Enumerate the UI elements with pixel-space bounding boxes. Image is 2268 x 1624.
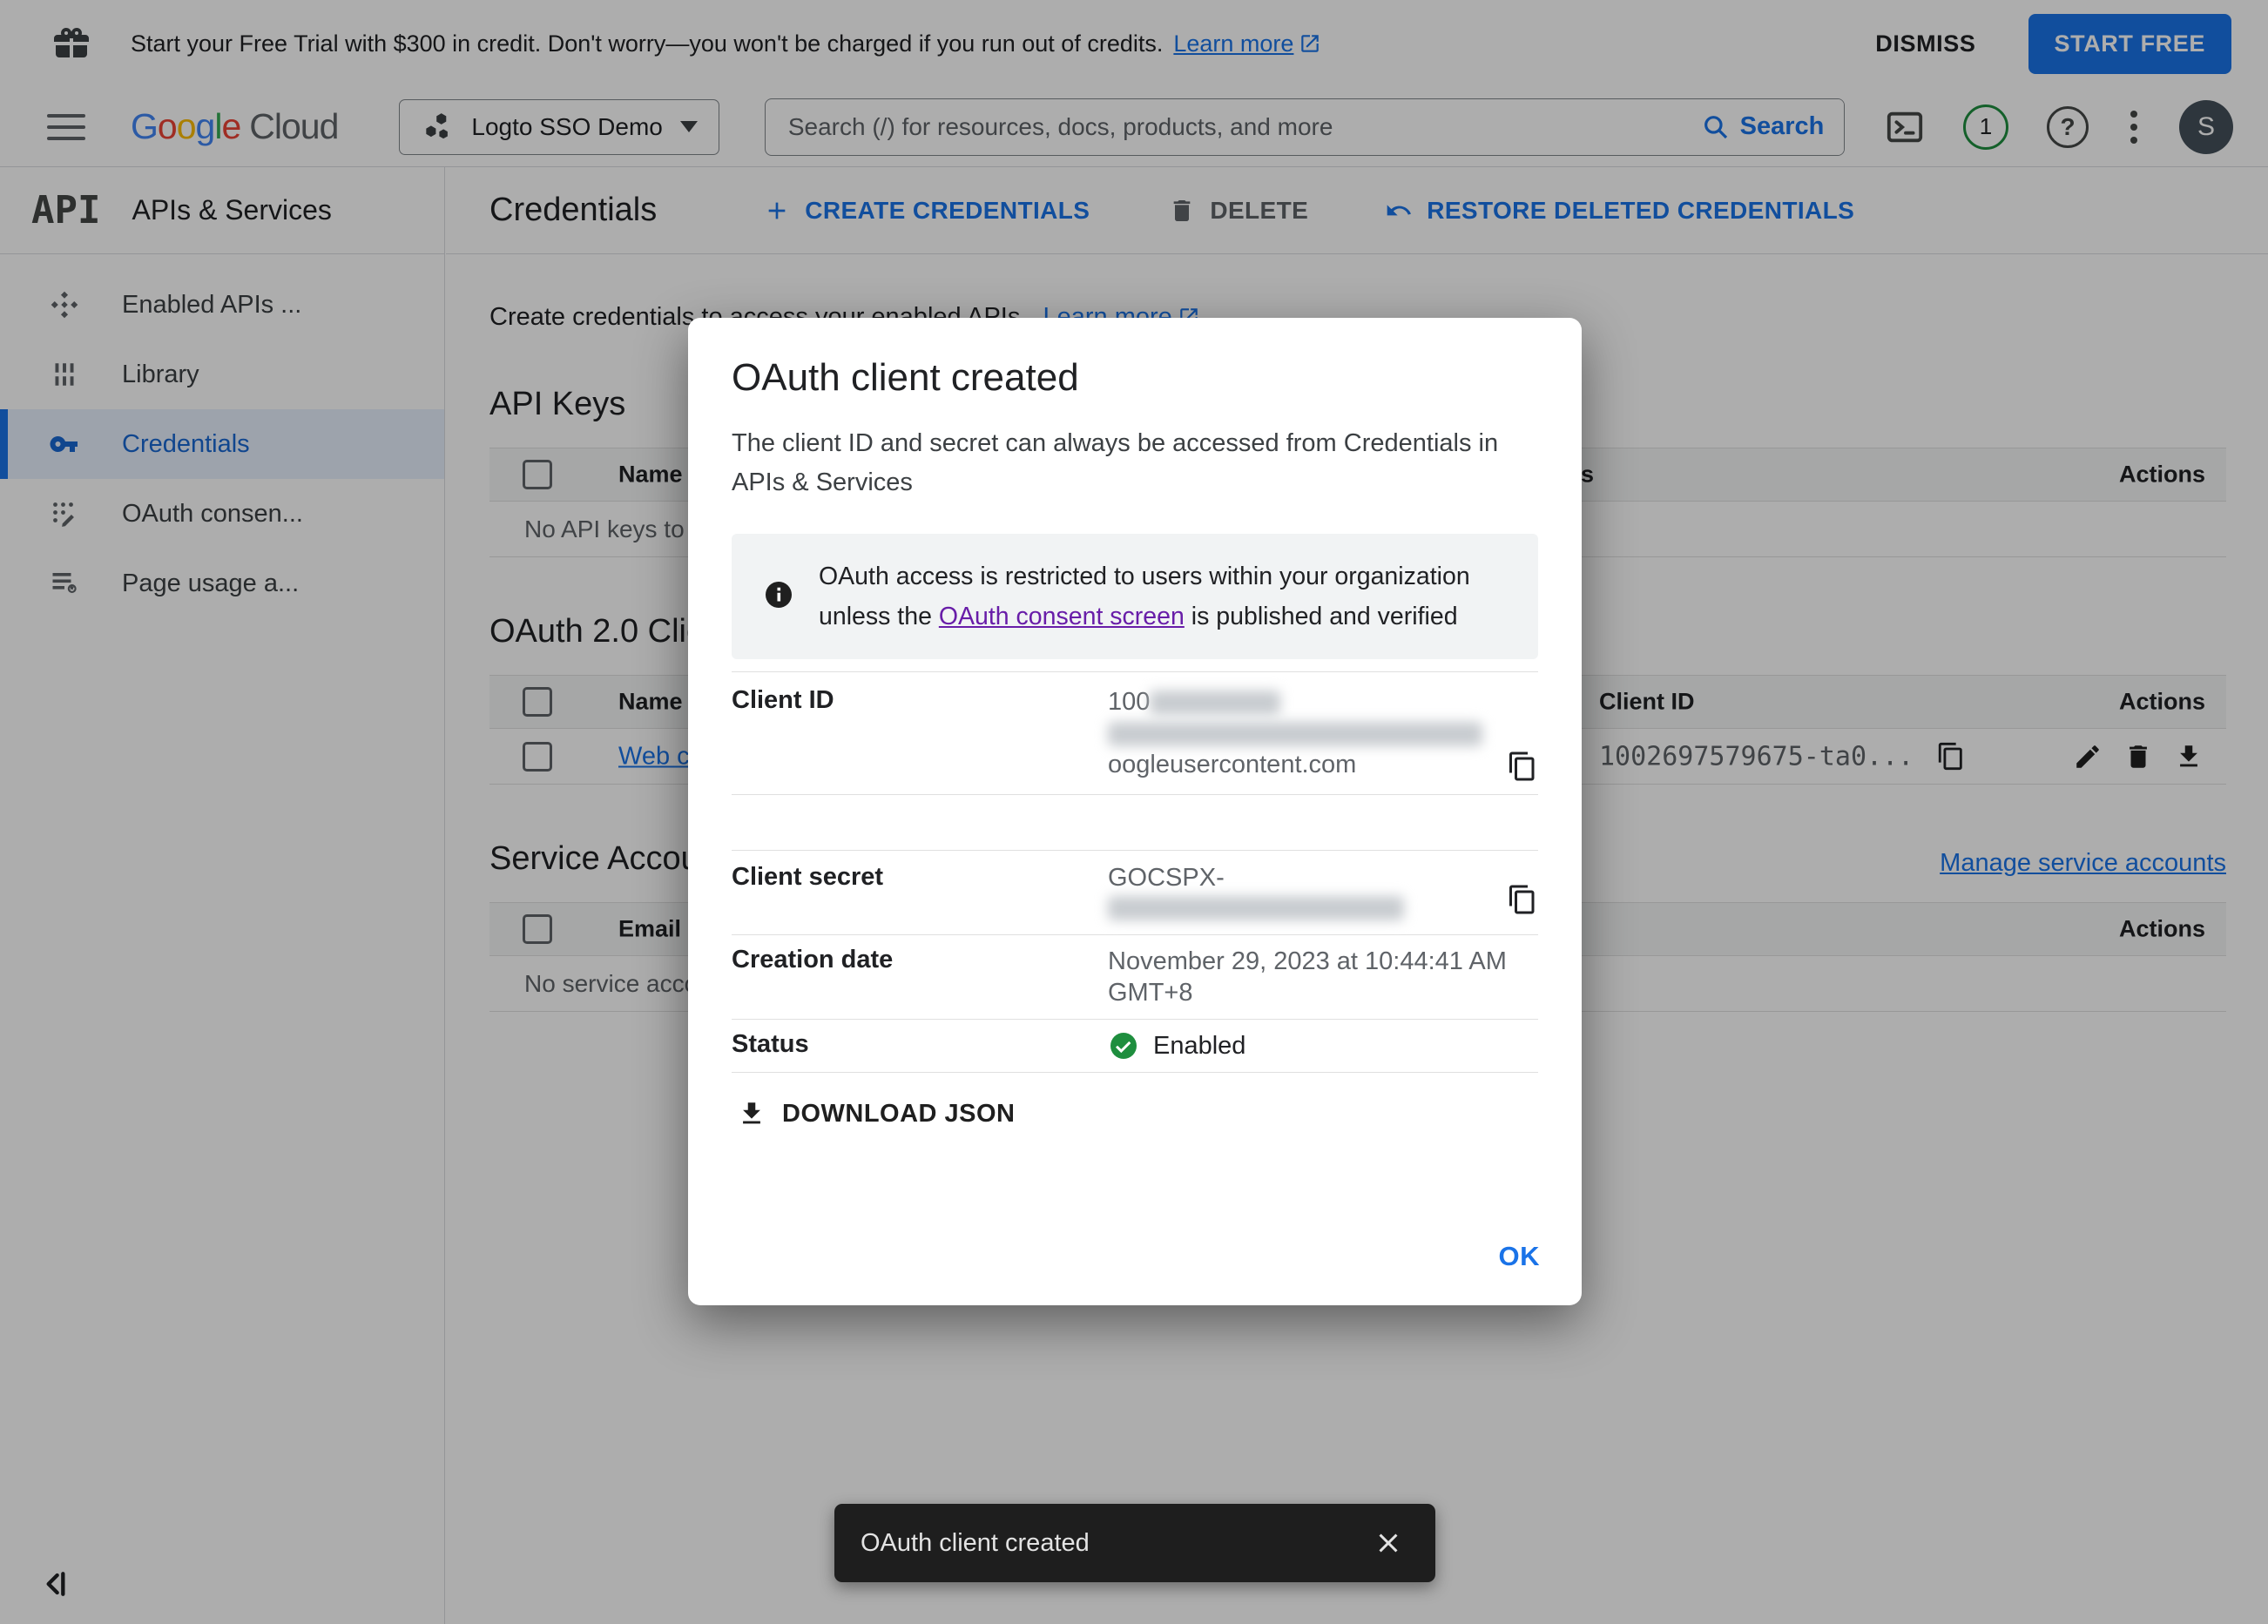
- client-id-value: 100 oogleusercontent.com: [1108, 686, 1538, 780]
- ok-button[interactable]: OK: [1499, 1241, 1541, 1272]
- redacted-client-secret: [1108, 896, 1404, 921]
- dialog-subtitle: The client ID and secret can always be a…: [732, 429, 1499, 496]
- toast-snackbar: OAuth client created: [834, 1504, 1435, 1582]
- redacted-client-id: [1108, 722, 1482, 747]
- check-circle-icon: [1110, 1033, 1137, 1059]
- creation-date-row: Creation date November 29, 2023 at 10:44…: [732, 934, 1538, 1019]
- row-divider-gap: [732, 794, 1538, 850]
- client-id-row: Client ID 100 oogleusercontent.com: [732, 671, 1538, 794]
- client-secret-row: Client secret GOCSPX-: [732, 850, 1538, 934]
- creation-date-value: November 29, 2023 at 10:44:41 AM GMT+8: [1108, 947, 1507, 1007]
- oauth-consent-screen-link[interactable]: OAuth consent screen: [939, 603, 1185, 630]
- client-secret-value: GOCSPX-: [1108, 863, 1538, 922]
- restricted-access-notice: OAuth access is restricted to users with…: [732, 534, 1538, 659]
- download-json-button[interactable]: DOWNLOAD JSON: [732, 1092, 1021, 1135]
- status-value: Enabled: [1108, 1030, 1538, 1061]
- download-icon: [743, 1102, 760, 1124]
- close-icon[interactable]: [1367, 1522, 1409, 1564]
- oauth-client-created-dialog: OAuth client created The client ID and s…: [688, 318, 1582, 1305]
- status-row: Status Enabled: [732, 1019, 1538, 1073]
- toast-message: OAuth client created: [861, 1528, 1090, 1557]
- redacted-client-id: [1150, 691, 1281, 716]
- copy-icon[interactable]: [1507, 751, 1538, 782]
- copy-icon[interactable]: [1507, 884, 1538, 915]
- dialog-title: OAuth client created: [732, 356, 1079, 399]
- info-icon: [766, 582, 792, 608]
